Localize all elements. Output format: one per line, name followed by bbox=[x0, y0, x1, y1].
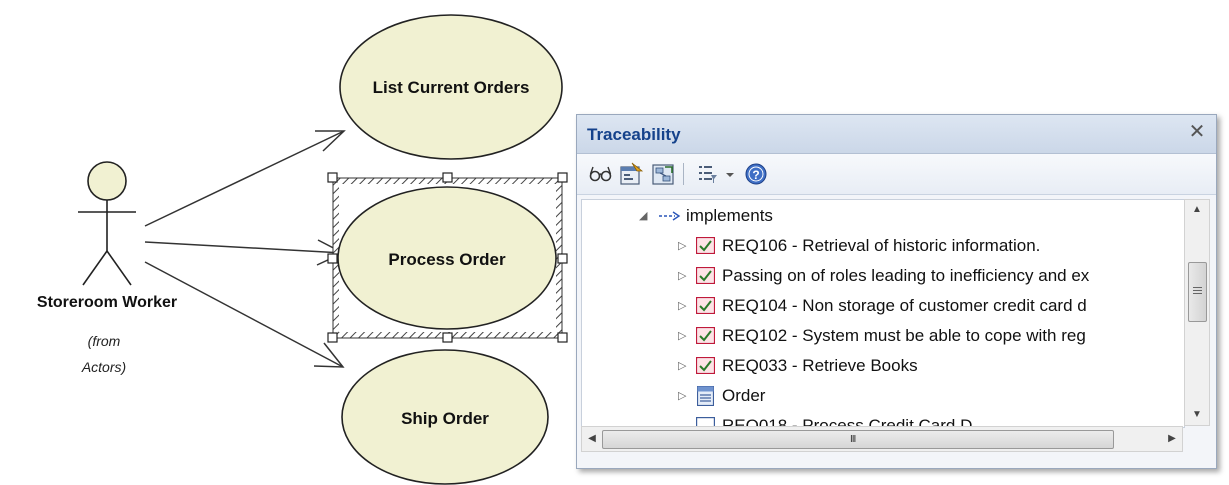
scroll-right-icon[interactable]: ▶ bbox=[1162, 427, 1182, 451]
help-icon[interactable]: ? bbox=[743, 161, 769, 187]
svg-text:?: ? bbox=[752, 168, 759, 182]
tree-item-label: Order bbox=[722, 386, 766, 405]
tree-node-label: implements bbox=[686, 206, 773, 225]
actor-storeroom-worker[interactable] bbox=[78, 161, 136, 286]
actor-package-note-line2: Actors) bbox=[81, 359, 126, 375]
tree-item-label: Passing on of roles leading to inefficie… bbox=[722, 266, 1090, 285]
tree-item-label: REQ102 - System must be able to cope wit… bbox=[722, 326, 1086, 345]
dropdown-arrow-icon[interactable] bbox=[723, 161, 737, 187]
requirement-icon bbox=[695, 296, 716, 315]
actor-name: Storeroom Worker bbox=[37, 294, 177, 311]
association-process-order[interactable] bbox=[144, 239, 345, 266]
requirement-icon bbox=[695, 236, 716, 255]
expand-arrow-icon[interactable]: ▷ bbox=[678, 390, 690, 402]
expand-arrow-icon[interactable]: ▷ bbox=[678, 240, 690, 252]
vertical-scroll-thumb[interactable] bbox=[1188, 262, 1207, 322]
tree-item-label: REQ106 - Retrieval of historic informati… bbox=[722, 236, 1041, 255]
scroll-grip: III bbox=[850, 434, 856, 445]
panel-titlebar[interactable]: Traceability ✕ bbox=[577, 115, 1216, 154]
traceability-window: Traceability ✕ ? ◢ implements ▷ REQ106 -… bbox=[576, 114, 1217, 469]
use-case-label: Process Order bbox=[388, 250, 506, 269]
toolbar-separator bbox=[683, 163, 684, 185]
horizontal-scrollbar[interactable]: ◀ III ▶ bbox=[581, 426, 1183, 452]
view-icon[interactable] bbox=[587, 161, 613, 187]
association-ship-order[interactable] bbox=[144, 261, 345, 368]
vertical-scrollbar[interactable]: ▲ ▼ bbox=[1184, 199, 1210, 426]
properties-icon[interactable] bbox=[618, 161, 644, 187]
panel-toolbar: ? bbox=[577, 154, 1216, 195]
scroll-left-icon[interactable]: ◀ bbox=[582, 427, 602, 451]
filter-options-icon[interactable] bbox=[695, 161, 721, 187]
expand-arrow-icon[interactable]: ▷ bbox=[678, 270, 690, 282]
requirement-icon bbox=[695, 356, 716, 375]
expand-arrow-icon[interactable]: ▷ bbox=[678, 360, 690, 372]
actor-package-note-line1: (from bbox=[88, 333, 121, 349]
tree-item-label: REQ033 - Retrieve Books bbox=[722, 356, 918, 375]
class-icon bbox=[696, 385, 715, 407]
use-case-ship-order[interactable]: Ship Order bbox=[341, 349, 549, 485]
expand-arrow-icon[interactable]: ▷ bbox=[678, 330, 690, 342]
collapse-arrow-icon[interactable]: ◢ bbox=[639, 210, 651, 222]
horizontal-scroll-thumb[interactable]: III bbox=[602, 430, 1114, 449]
association-list-current-orders[interactable] bbox=[144, 130, 346, 227]
use-case-label: Ship Order bbox=[401, 409, 489, 428]
requirement-icon bbox=[695, 266, 716, 285]
traceability-tree: ◢ implements ▷ REQ106 - Retrieval of his… bbox=[581, 199, 1185, 428]
use-case-list-current-orders[interactable]: List Current Orders bbox=[339, 14, 563, 160]
close-icon[interactable]: ✕ bbox=[1186, 121, 1208, 143]
panel-title: Traceability bbox=[587, 125, 681, 144]
requirement-icon bbox=[695, 326, 716, 345]
locate-in-diagram-icon[interactable] bbox=[650, 161, 676, 187]
scroll-down-icon[interactable]: ▼ bbox=[1185, 405, 1209, 425]
dependency-arrow-icon bbox=[657, 207, 683, 224]
use-case-label: List Current Orders bbox=[373, 78, 530, 97]
tree-item-label: REQ104 - Non storage of customer credit … bbox=[722, 296, 1087, 315]
use-case-process-order[interactable]: Process Order bbox=[327, 172, 568, 343]
expand-arrow-icon[interactable]: ▷ bbox=[678, 300, 690, 312]
scroll-up-icon[interactable]: ▲ bbox=[1185, 200, 1209, 220]
